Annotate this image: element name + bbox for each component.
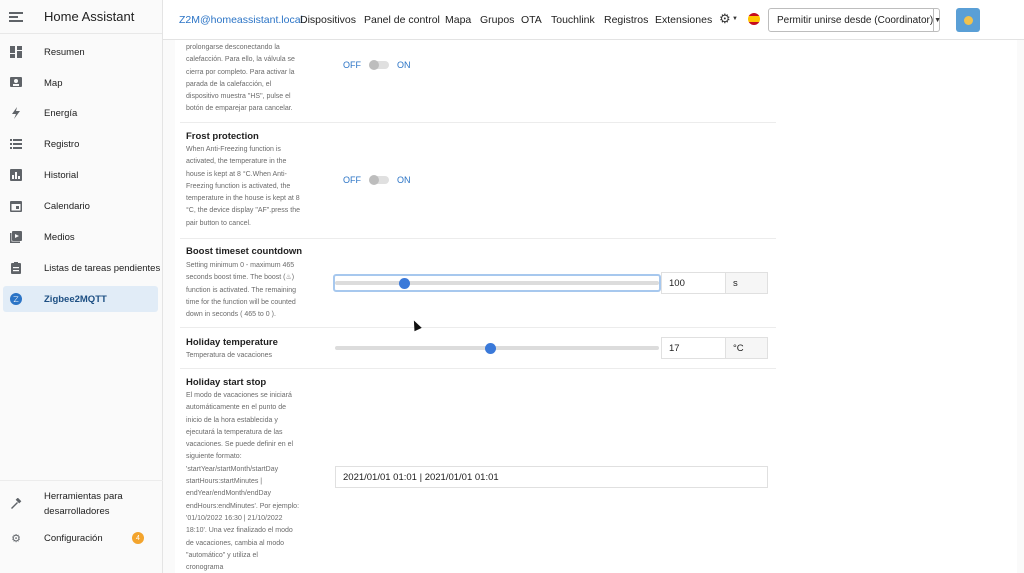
holiday-temperature-slider[interactable] <box>335 346 659 350</box>
chevron-down-icon[interactable]: ▼ <box>933 9 941 31</box>
notification-badge: 4 <box>132 532 144 544</box>
sidebar-item-resumen[interactable]: Resumen <box>0 39 163 65</box>
sidebar: Home Assistant Resumen Map Energía Regis… <box>0 0 163 573</box>
sidebar-item-label: Zigbee2MQTT <box>44 293 107 305</box>
frost-protection-toggle[interactable]: OFF ON <box>343 173 411 187</box>
media-icon <box>10 231 22 243</box>
boost-countdown-unit: s <box>726 272 768 294</box>
sidebar-item-tareas[interactable]: Listas de tareas pendientes <box>0 255 163 281</box>
sidebar-item-medios[interactable]: Medios <box>0 224 163 250</box>
sidebar-header: Home Assistant <box>0 0 162 34</box>
sidebar-item-label: Resumen <box>44 46 85 58</box>
window-detection-toggle[interactable]: OFF ON <box>343 58 411 72</box>
language-flag-icon[interactable] <box>748 13 760 25</box>
app-title: Home Assistant <box>44 9 135 24</box>
setting-description: prolongarse desconectando la calefacción… <box>186 44 295 113</box>
menu-icon[interactable] <box>9 10 23 24</box>
brand-link[interactable]: Z2M@homeassistant.local <box>179 14 303 26</box>
sidebar-item-label: Medios <box>44 231 75 243</box>
holiday-temperature-input[interactable]: 17 <box>661 337 726 359</box>
settings-gear-icon[interactable]: ⚙ <box>719 11 731 27</box>
clipboard-icon <box>10 262 22 274</box>
sidebar-item-energia[interactable]: Energía <box>0 100 163 126</box>
boost-countdown-input[interactable]: 100 <box>661 272 726 294</box>
nav-link-ota[interactable]: OTA <box>521 14 542 26</box>
chevron-down-icon[interactable]: ▼ <box>732 16 738 22</box>
nav-link-registros[interactable]: Registros <box>604 14 648 26</box>
toggle-on-label[interactable]: ON <box>397 175 411 185</box>
toggle-on-label[interactable]: ON <box>397 60 411 70</box>
holiday-temperature-unit: °C <box>726 337 768 359</box>
frost-protection-title: Frost protection <box>186 131 259 142</box>
sidebar-item-label: Calendario <box>44 200 90 212</box>
sidebar-item-registro[interactable]: Registro <box>0 131 163 157</box>
nav-link-mapa[interactable]: Mapa <box>445 14 471 26</box>
frost-protection-description: When Anti-Freezing function is activated… <box>186 146 300 227</box>
list-icon <box>10 138 22 150</box>
boost-countdown-description: Setting minimum 0 - maximum 465 seconds … <box>186 262 296 319</box>
boost-countdown-title: Boost timeset countdown <box>186 246 303 257</box>
sidebar-item-configuracion[interactable]: ⚙ Configuración 4 <box>0 525 163 551</box>
gear-icon: ⚙ <box>11 532 21 545</box>
sidebar-item-label: Historial <box>44 169 79 181</box>
sidebar-item-label: Energía <box>44 107 78 119</box>
sidebar-item-calendario[interactable]: Calendario <box>0 193 163 219</box>
toggle-switch[interactable] <box>369 60 389 70</box>
holiday-start-stop-input[interactable]: 2021/01/01 01:01 | 2021/01/01 01:01 <box>335 466 768 488</box>
nav-link-extensiones[interactable]: Extensiones <box>655 14 712 26</box>
holiday-start-stop-description: El modo de vacaciones se iniciará automá… <box>186 392 300 572</box>
chart-icon <box>10 169 22 181</box>
nav-link-panel[interactable]: Panel de control <box>364 14 440 26</box>
row-divider <box>180 122 776 123</box>
row-divider <box>180 368 776 369</box>
holiday-temperature-description: Temperatura de vacaciones <box>186 352 272 359</box>
sidebar-item-label: Listas de tareas pendientes <box>44 262 161 274</box>
permit-join-select[interactable]: Permitir unirse desde (Coordinator) ▼ <box>768 8 941 32</box>
top-navbar: Z2M@homeassistant.local Dispositivos Pan… <box>163 0 1024 40</box>
sidebar-item-developer-tools[interactable]: Herramientas para desarrolladores <box>0 487 163 521</box>
hammer-icon <box>10 498 22 510</box>
holiday-temperature-slider-thumb[interactable] <box>485 342 497 354</box>
sidebar-divider <box>0 480 163 481</box>
toggle-off-label[interactable]: OFF <box>343 175 361 185</box>
sidebar-item-historial[interactable]: Historial <box>0 162 163 188</box>
boost-countdown-slider-thumb[interactable] <box>399 277 411 289</box>
sidebar-item-label: Map <box>44 77 63 89</box>
nav-link-dispositivos[interactable]: Dispositivos <box>300 14 356 26</box>
nav-link-touchlink[interactable]: Touchlink <box>551 14 595 26</box>
holiday-start-stop-title: Holiday start stop <box>186 377 267 388</box>
holiday-temperature-title: Holiday temperature <box>186 337 278 348</box>
sidebar-item-label: Configuración <box>44 532 103 544</box>
sidebar-item-map[interactable]: Map <box>0 70 163 96</box>
lightning-icon <box>10 107 22 119</box>
boost-countdown-slider[interactable] <box>335 281 659 285</box>
toggle-switch[interactable] <box>369 175 389 185</box>
row-divider <box>180 238 776 239</box>
dashboard-icon <box>10 46 22 58</box>
calendar-icon <box>10 200 22 212</box>
toggle-off-label[interactable]: OFF <box>343 60 361 70</box>
row-divider <box>180 327 776 328</box>
nav-link-grupos[interactable]: Grupos <box>480 14 514 26</box>
sidebar-item-zigbee2mqtt[interactable]: Zigbee2MQTT <box>3 286 158 312</box>
zigbee-icon <box>10 293 22 305</box>
join-status-icon <box>963 15 973 25</box>
permit-join-label: Permitir unirse desde (Coordinator) <box>777 14 934 26</box>
sidebar-item-label: Herramientas para desarrolladores <box>44 491 123 517</box>
permit-join-button[interactable] <box>956 8 980 32</box>
map-icon <box>10 77 22 89</box>
sidebar-item-label: Registro <box>44 138 80 150</box>
